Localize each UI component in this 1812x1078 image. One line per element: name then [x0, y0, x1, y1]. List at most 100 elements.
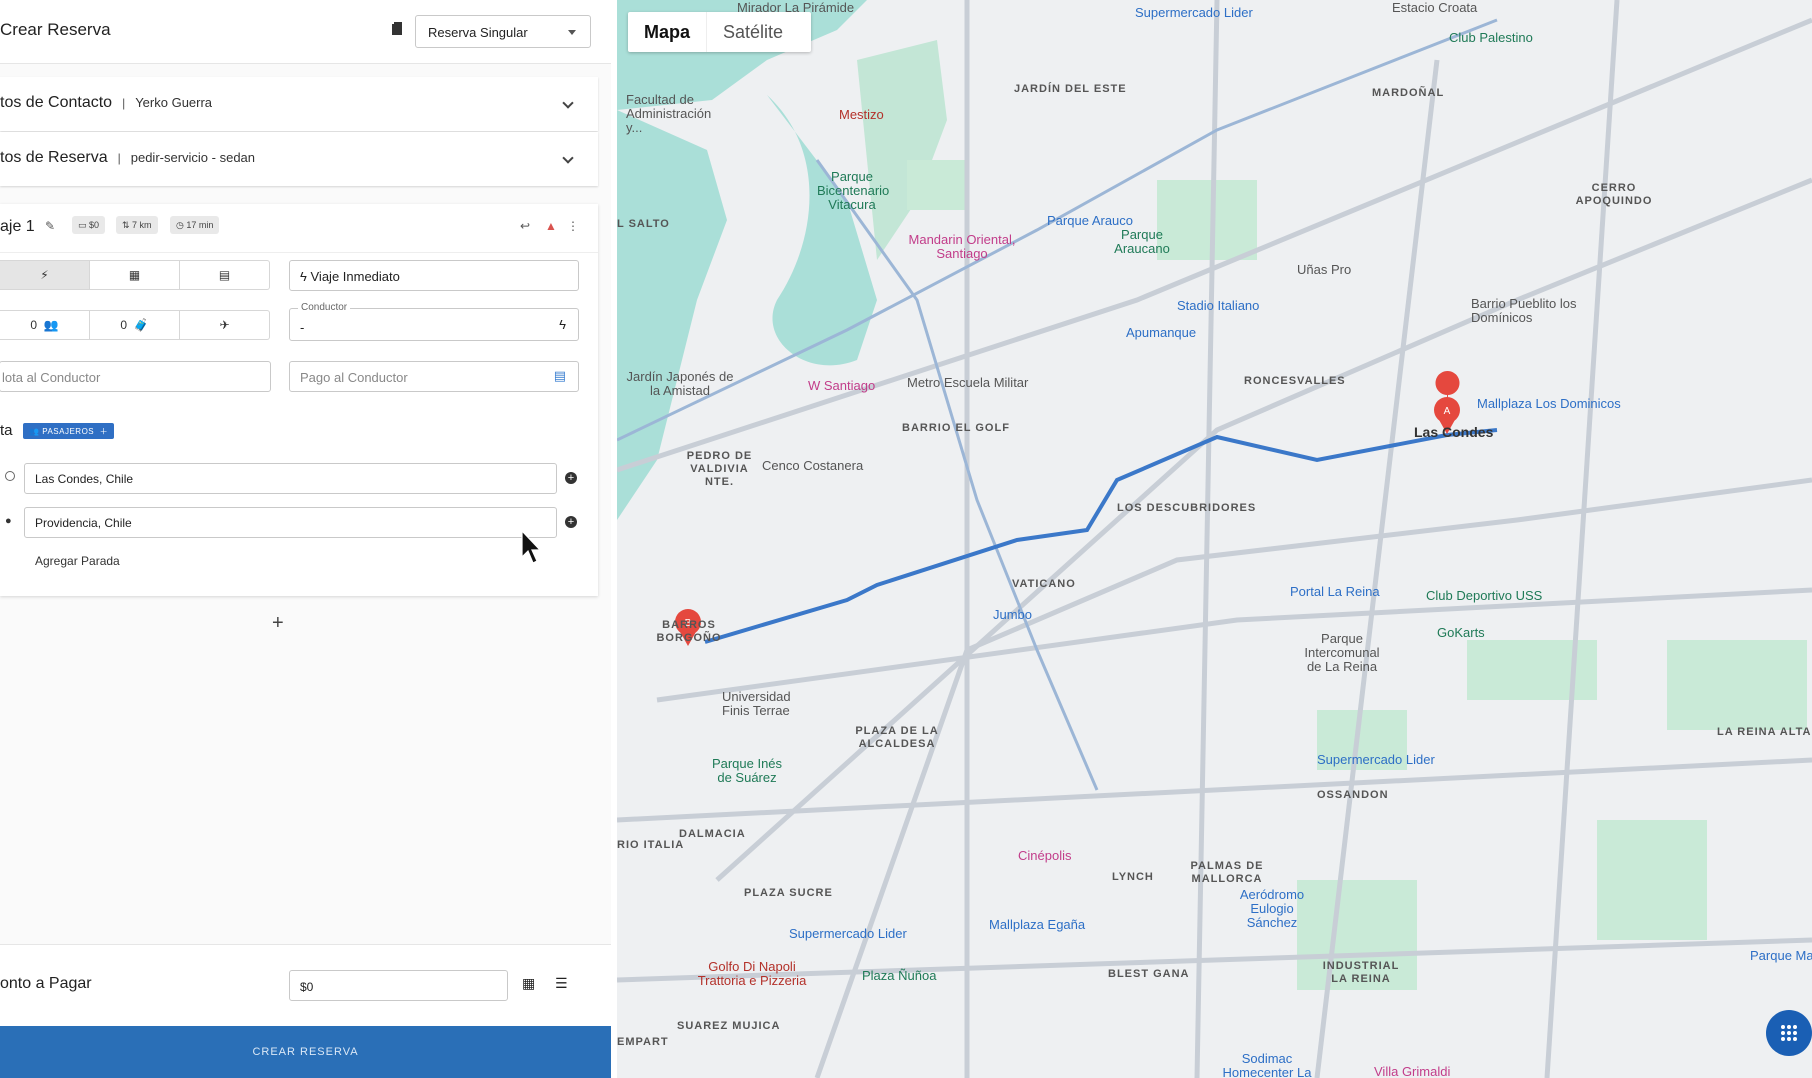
map-label: Jardín Japonés de la Amistad [626, 369, 734, 398]
trip-card: aje 1 ✎ ▭ $0 ⇅ 7 km ◷ 17 min ↩ ▲ ⋮ ⚡ ▦ ▤… [0, 204, 598, 596]
map-label: Apumanque [1126, 325, 1197, 340]
map-label: EMPART [617, 1036, 669, 1048]
people-icon: 👥 [43, 318, 59, 332]
luggage-icon: 🧳 [133, 318, 149, 332]
map-label: Sodimac Homecenter La Reina [1222, 1051, 1312, 1078]
trip-type-field[interactable]: ϟ Viaje Inmediato [289, 260, 579, 291]
add-circle-icon[interactable]: + [565, 516, 577, 528]
map-label: SUAREZ MUJICA [677, 1020, 781, 1032]
passenger-counters[interactable]: 0 👥 0 🧳 ✈ [0, 310, 270, 340]
driver-field[interactable]: Conductor - ϟ [289, 302, 579, 341]
trip-mode-toggle[interactable]: ⚡ ▦ ▤ [0, 260, 270, 290]
chevron-down-icon[interactable] [562, 152, 574, 164]
mouse-cursor-icon [521, 529, 542, 564]
map[interactable]: A B Mapa Satélite Mirador La Pirámide Su… [617, 0, 1812, 1078]
map-label: Stadio Italiano [1177, 298, 1260, 313]
map-label: Golfo Di Napoli Trattoria e Pizzeria [697, 959, 807, 988]
map-label: PALMAS DE MALLORCA [1190, 860, 1264, 885]
booking-accordion[interactable]: tos de Reserva | pedir-servicio - sedan [0, 132, 598, 186]
tab-satellite[interactable]: Satélite [706, 12, 799, 52]
map-label: Barrio Pueblito los Domínicos [1471, 296, 1577, 325]
map-label: Supermercado Lider [1317, 752, 1435, 767]
map-label: Supermercado Lider [1135, 5, 1253, 20]
map-label: BARRIO EL GOLF [902, 422, 1010, 434]
duration-chip: ◷ 17 min [170, 216, 220, 234]
page-title: Crear Reserva [0, 20, 111, 39]
map-label: Supermercado Lider [789, 926, 907, 941]
map-label: PLAZA DE LA ALCALDESA [855, 725, 939, 750]
trip-title: aje 1 [0, 218, 35, 235]
map-label: Mallplaza Los Dominicos [1477, 396, 1621, 411]
list-icon[interactable]: ☰ [555, 975, 568, 992]
bolt-icon[interactable]: ⚡ [0, 261, 90, 289]
map-label: BLEST GANA [1108, 968, 1190, 980]
bolt-icon: ϟ [300, 269, 311, 284]
booking-panel: Crear Reserva Reserva Singular tos de Co… [0, 0, 611, 1078]
map-label: BARROS BORGOÑO [656, 619, 722, 644]
origin-input[interactable]: Las Condes, Chile [24, 463, 557, 494]
map-label: GoKarts [1437, 625, 1485, 640]
map-label: Portal La Reina [1290, 584, 1380, 599]
map-label: Parque Inés de Suárez [711, 756, 783, 785]
svg-text:A: A [1444, 406, 1451, 417]
map-label: W Santiago [808, 378, 876, 393]
amount-input[interactable]: $0 [289, 970, 508, 1001]
passengers-button[interactable]: 👥 PASAJEROS ＋ [23, 423, 115, 439]
map-label: INDUSTRIAL LA REINA [1322, 960, 1400, 985]
map-label: PEDRO DE VALDIVIA NTE. [686, 450, 753, 488]
panel-header: Crear Reserva Reserva Singular [0, 0, 611, 64]
add-circle-icon[interactable]: + [565, 472, 577, 484]
reservation-type-select[interactable]: Reserva Singular [415, 15, 591, 48]
edit-icon[interactable]: ✎ [45, 219, 55, 233]
map-type-tabs[interactable]: Mapa Satélite [628, 12, 811, 52]
file-icon[interactable]: ▤ [554, 368, 566, 384]
create-reservation-button[interactable]: CREAR RESERVA [0, 1026, 611, 1078]
add-stop-link[interactable]: Agregar Parada [35, 554, 120, 568]
map-label: L SALTO [617, 218, 670, 230]
map-label: RONCESVALLES [1244, 375, 1346, 387]
location-pin-icon: ● [5, 515, 12, 527]
map-label: PLAZA SUCRE [744, 887, 833, 899]
warning-icon[interactable]: ▲ [545, 219, 557, 233]
calendar-multi-icon[interactable]: ▤ [180, 261, 269, 289]
contact-accordion[interactable]: tos de Contacto | Yerko Guerra [0, 77, 598, 131]
tab-map[interactable]: Mapa [628, 12, 706, 52]
add-trip-button[interactable]: + [272, 612, 284, 635]
map-label: LYNCH [1112, 871, 1154, 883]
map-label: Cenco Costanera [762, 458, 864, 473]
flight-icon[interactable]: ✈ [180, 311, 269, 339]
booking-label: tos de Reserva [0, 149, 108, 166]
driver-value: - [300, 320, 305, 335]
calendar-icon[interactable]: ▦ [90, 261, 180, 289]
contact-label: tos de Contacto [0, 94, 113, 111]
driver-payment-input[interactable]: Pago al Conductor ▤ [289, 361, 579, 392]
apps-grid-button[interactable] [1766, 1010, 1812, 1056]
calculator-icon[interactable]: ▦ [522, 975, 535, 992]
destination-input[interactable]: Providencia, Chile [24, 507, 557, 538]
map-label: MARDOÑAL [1372, 87, 1445, 99]
map-label: Facultad de Administración y... [626, 92, 712, 135]
trip-type-value: Viaje Inmediato [310, 269, 400, 284]
document-icon[interactable] [391, 22, 403, 41]
more-vert-icon[interactable]: ⋮ [567, 219, 579, 233]
grid-icon [1781, 1025, 1797, 1041]
map-label: Parque Bicentenario Vitacura [817, 169, 890, 212]
map-label: Mandarin Oriental, Santiago [908, 232, 1016, 261]
return-icon[interactable]: ↩ [520, 219, 530, 233]
chevron-down-icon[interactable] [562, 97, 574, 109]
map-label: Plaza Ñuñoa [862, 968, 937, 983]
map-label: VATICANO [1012, 578, 1076, 590]
map-label: Villa Grimaldi [1374, 1064, 1451, 1078]
map-label: Uñas Pro [1297, 262, 1352, 277]
map-label: LA REINA ALTA [1717, 726, 1812, 738]
map-label: Cinépolis [1018, 848, 1072, 863]
driver-note-input[interactable]: lota al Conductor [0, 361, 271, 392]
map-label: OSSANDON [1317, 789, 1389, 801]
bolt-icon[interactable]: ϟ [559, 317, 566, 332]
passenger-count[interactable]: 0 👥 [0, 311, 90, 339]
booking-value: pedir-servicio - sedan [130, 150, 256, 165]
map-label: Club Deportivo USS [1426, 588, 1543, 603]
origin-icon [5, 471, 15, 481]
map-label: CERRO APOQUINDO [1575, 182, 1653, 207]
luggage-count[interactable]: 0 🧳 [90, 311, 180, 339]
